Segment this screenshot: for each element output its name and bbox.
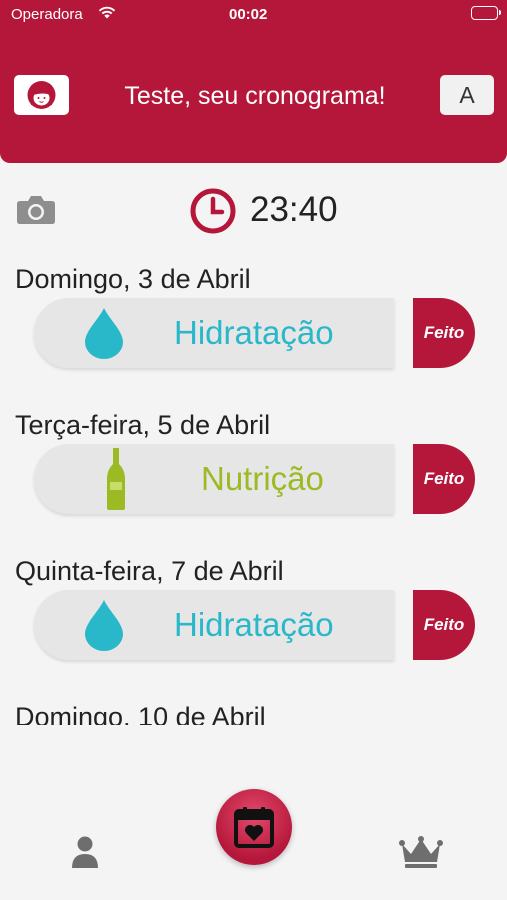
treatment-card[interactable]: Hidratação (34, 590, 394, 660)
person-icon (72, 836, 98, 868)
entry-date: Domingo, 3 de Abril (15, 264, 251, 294)
treatment-label: Hidratação (174, 314, 334, 351)
oil-bottle-icon (106, 448, 126, 515)
done-button[interactable]: Feito (413, 298, 475, 368)
battery-icon (471, 6, 501, 20)
entry-date: Domingo, 10 de Abril (15, 702, 266, 725)
treatment-label: Nutrição (201, 460, 324, 497)
treatment-label: Hidratação (174, 606, 334, 643)
water-drop-icon (82, 597, 126, 658)
water-drop-icon (82, 305, 126, 366)
clock-icon (190, 188, 236, 239)
camera-icon[interactable] (16, 193, 56, 230)
profile-avatar-button[interactable] (14, 75, 69, 115)
treatment-card[interactable]: Hidratação (34, 298, 394, 368)
done-button[interactable]: Feito (413, 444, 475, 514)
woman-face-icon (27, 81, 56, 109)
tab-premium[interactable] (399, 835, 443, 874)
schedule-list: Domingo, 3 de Abril Hidratação Feito Ter… (0, 258, 507, 725)
done-button[interactable]: Feito (413, 590, 475, 660)
countdown-time: 23:40 (250, 190, 338, 229)
treatment-card[interactable]: Nutrição (34, 444, 394, 514)
schedule-entry: Quinta-feira, 7 de Abril Hidratação Feit… (0, 550, 507, 680)
schedule-entry: Domingo, 3 de Abril Hidratação Feito (0, 258, 507, 388)
status-bar: Operadora 00:02 (0, 0, 507, 30)
schedule-entry: Terça-feira, 5 de Abril Nutrição Feito (0, 404, 507, 534)
page-title: Teste, seu cronograma! (124, 82, 386, 110)
font-size-button[interactable]: A (440, 75, 494, 115)
crown-icon (399, 836, 443, 868)
calendar-heart-icon (234, 807, 274, 848)
app-header: Operadora 00:02 Teste, seu cronograma! A (0, 0, 507, 163)
entry-date: Terça-feira, 5 de Abril (15, 410, 271, 440)
carrier-label: Operadora (11, 6, 83, 23)
schedule-entry: Domingo, 10 de Abril (0, 696, 507, 725)
tab-profile[interactable] (70, 835, 100, 874)
status-time: 00:02 (229, 6, 268, 23)
tab-schedule[interactable] (216, 789, 292, 865)
entry-date: Quinta-feira, 7 de Abril (15, 556, 284, 586)
wifi-icon (97, 5, 117, 24)
